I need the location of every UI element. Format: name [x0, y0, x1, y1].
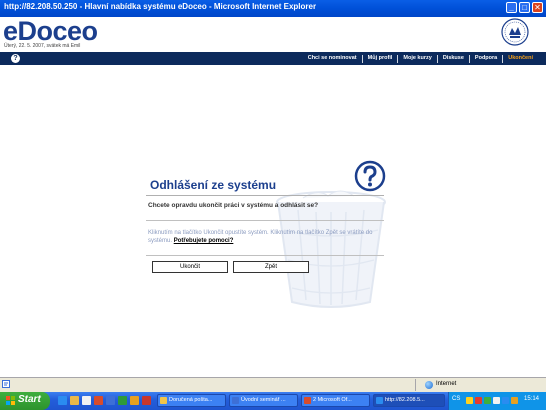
divider: [146, 195, 384, 196]
messenger-icon[interactable]: [502, 397, 509, 404]
task-mail[interactable]: Doručená pošta...: [157, 394, 226, 407]
folder-quicklaunch-icon[interactable]: [70, 396, 79, 405]
nav-item-courses[interactable]: Moje kurzy: [398, 52, 436, 65]
excel-quicklaunch-icon[interactable]: [118, 396, 127, 405]
desktop-quicklaunch-icon[interactable]: [82, 396, 91, 405]
back-button[interactable]: Zpět: [233, 261, 309, 273]
office-quicklaunch-icon[interactable]: [94, 396, 103, 405]
window-title: http://82.208.50.250 - Hlavní nabídka sy…: [4, 2, 317, 11]
app2-quicklaunch-icon[interactable]: [142, 396, 151, 405]
close-button[interactable]: ✕: [532, 2, 543, 13]
system-tray: CS 15:14: [448, 392, 546, 410]
internet-globe-icon: [425, 381, 433, 389]
nav-item-support[interactable]: Podpora: [470, 52, 502, 65]
maximize-button[interactable]: □: [519, 2, 530, 13]
university-crest-icon: [501, 18, 529, 46]
nav-item-profile[interactable]: Můj profil: [363, 52, 398, 65]
nav-item-logout[interactable]: Ukončení: [503, 52, 538, 65]
windows-taskbar: Start Doručená pošta... Úvodní seminář .…: [0, 392, 546, 410]
clock: 15:14: [524, 396, 540, 402]
security-zone: Internet: [436, 381, 457, 387]
volume-icon[interactable]: [493, 397, 500, 404]
task-office[interactable]: 2 Microsoft Of...: [301, 394, 370, 407]
status-divider: [415, 379, 416, 391]
task-browser[interactable]: http://82.208.5...: [373, 394, 445, 407]
divider: [146, 255, 384, 256]
ie-icon: [376, 397, 383, 404]
start-button[interactable]: Start: [0, 392, 50, 410]
nav-divider: [397, 54, 399, 63]
nav-divider: [361, 54, 363, 63]
app-quicklaunch-icon[interactable]: [130, 396, 139, 405]
nav-item-nominate[interactable]: Chci se nominovat: [303, 52, 362, 65]
warning-icon[interactable]: [466, 397, 473, 404]
browser-statusbar: Internet: [0, 377, 546, 392]
language-indicator[interactable]: CS: [452, 396, 460, 402]
task-label: Úvodní seminář ...: [241, 397, 286, 403]
minimize-button[interactable]: _: [506, 2, 517, 13]
ie-quicklaunch-icon[interactable]: [58, 396, 67, 405]
question-mark-icon: [354, 160, 386, 192]
help-icon[interactable]: ?: [11, 54, 20, 63]
logout-info: Kliknutím na tlačítko Ukončit opustíte s…: [148, 229, 388, 245]
network-icon[interactable]: [484, 397, 491, 404]
window-titlebar[interactable]: http://82.208.50.250 - Hlavní nabídka sy…: [0, 0, 546, 17]
nav-divider: [468, 54, 470, 63]
update-icon[interactable]: [511, 397, 518, 404]
task-label: Doručená pošta...: [169, 397, 213, 403]
word-quicklaunch-icon[interactable]: [106, 396, 115, 405]
current-date: Úterý, 22. 5. 2007, svátek má Emil: [4, 43, 81, 49]
logout-button[interactable]: Ukončit: [152, 261, 228, 273]
help-link[interactable]: Potřebujete pomoci?: [174, 238, 234, 244]
windows-logo-icon: [6, 396, 15, 405]
task-seminar[interactable]: Úvodní seminář ...: [229, 394, 298, 407]
nav-menu: Chci se nominovat Můj profil Moje kurzy …: [303, 52, 538, 65]
nav-divider: [436, 54, 438, 63]
antivirus-icon[interactable]: [475, 397, 482, 404]
task-label: http://82.208.5...: [385, 397, 425, 403]
task-label: 2 Microsoft Of...: [313, 397, 352, 403]
main-navbar: ? Chci se nominovat Můj profil Moje kurz…: [0, 52, 546, 65]
nav-item-discussion[interactable]: Diskuse: [438, 52, 469, 65]
ie-page-icon: [2, 380, 10, 388]
document-icon: [232, 397, 239, 404]
office-icon: [304, 397, 311, 404]
logout-question: Chcete opravdu ukončit práci v systému a…: [148, 202, 319, 209]
divider: [146, 220, 384, 221]
dialog-title: Odhlášení ze systému: [150, 178, 277, 192]
nav-divider: [502, 54, 504, 63]
mail-icon: [160, 397, 167, 404]
start-label: Start: [18, 394, 41, 405]
